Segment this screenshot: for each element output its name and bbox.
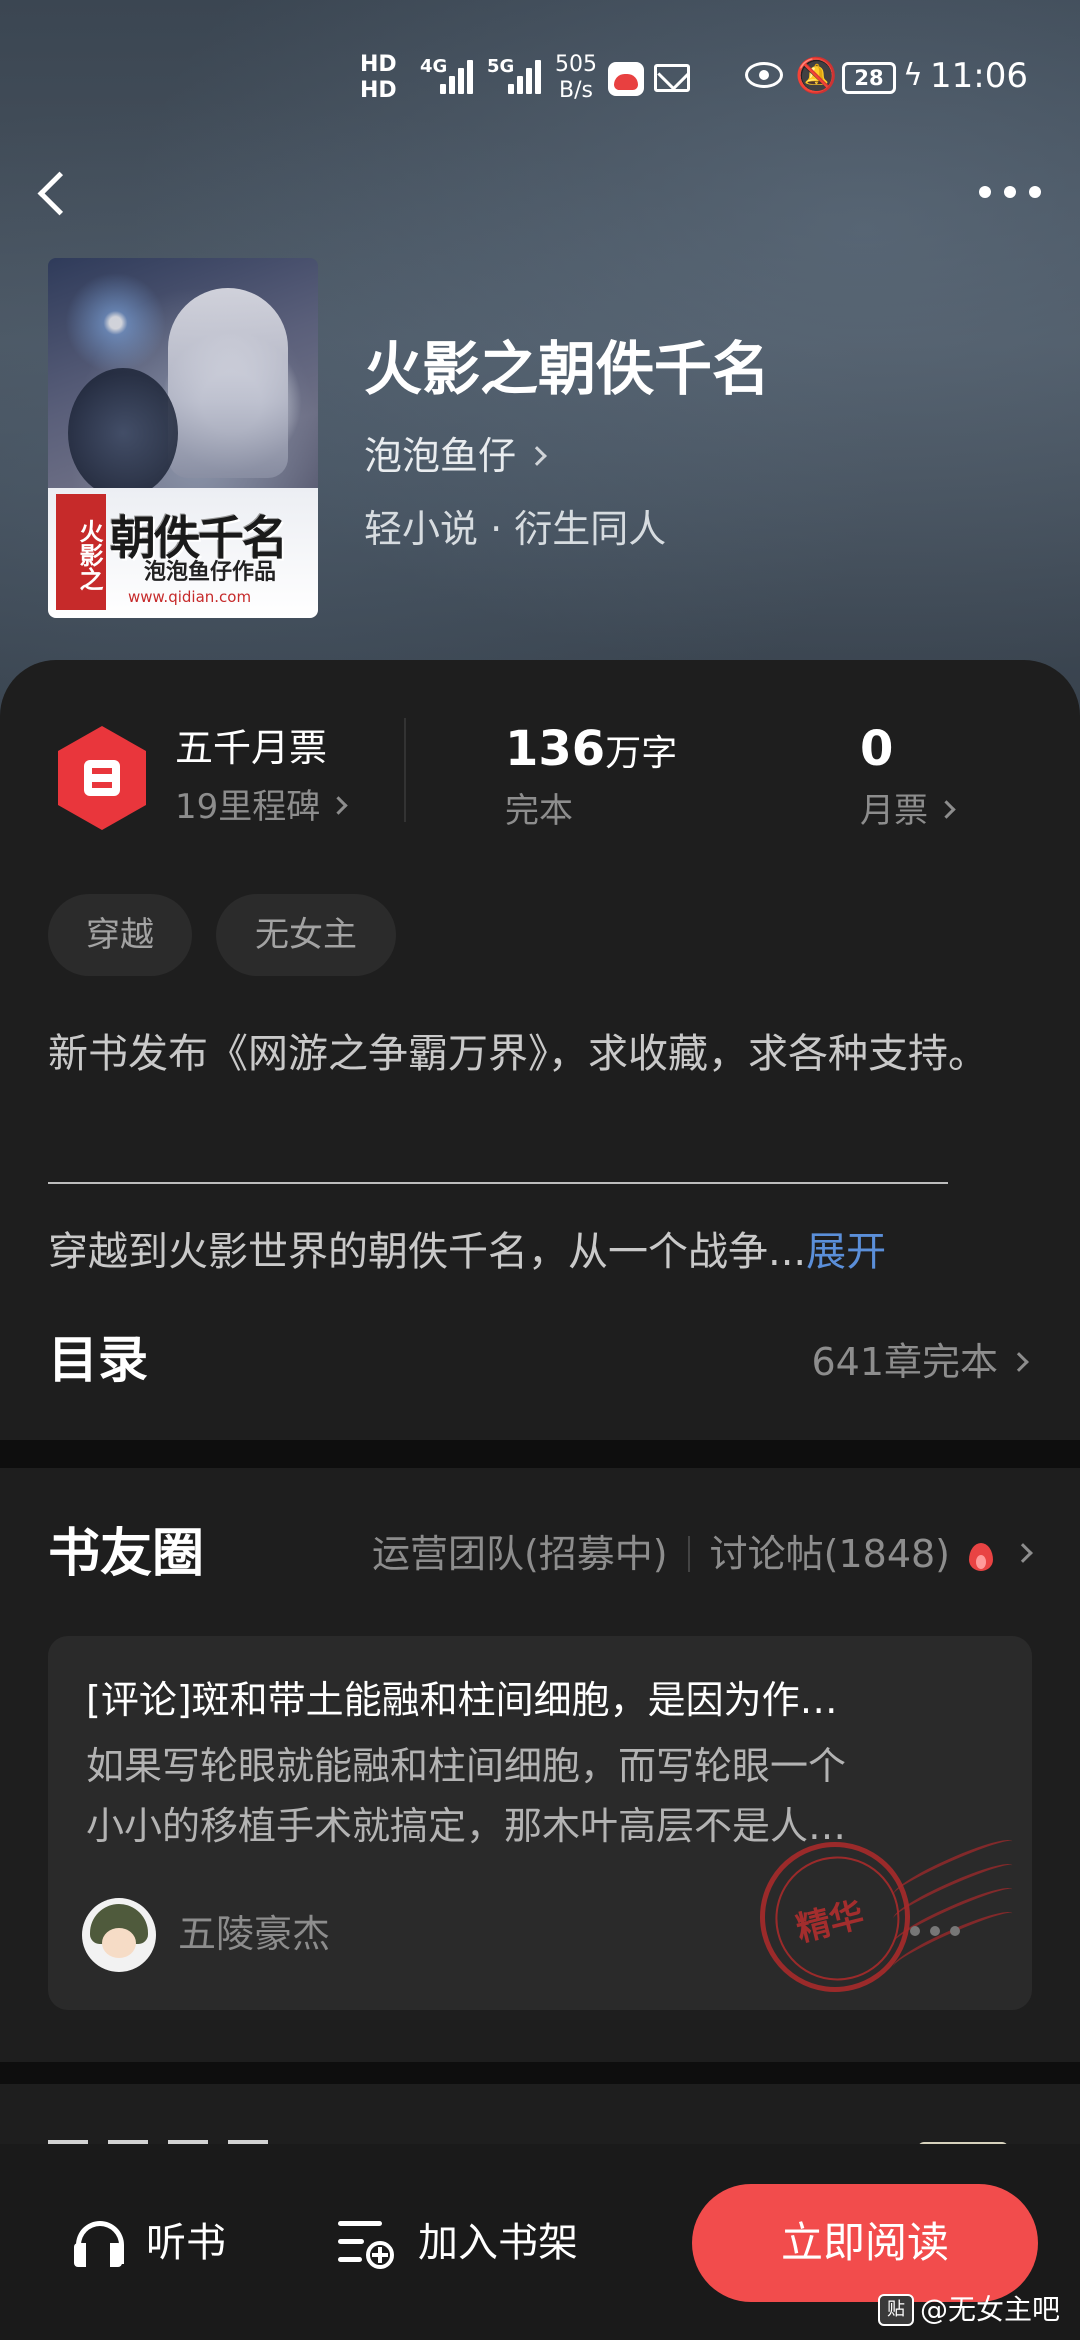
post-body: 如果写轮眼就能融和柱间细胞，而写轮眼一个 小小的移植手术就搞定，那木叶高层不是人…	[86, 1744, 847, 1848]
description-divider	[48, 1182, 948, 1184]
back-button[interactable]	[30, 162, 78, 222]
post-title: [评论]斑和带土能融和柱间细胞，是因为作…	[86, 1678, 838, 1722]
ops-team-link[interactable]: 运营团队(招募中)	[372, 1530, 668, 1578]
monthly-votes-count: 0	[860, 721, 894, 777]
section-gap	[0, 2062, 1080, 2084]
expand-link[interactable]: 展开	[806, 1229, 886, 1275]
eye-icon	[745, 62, 783, 88]
network-speed: 505 B/s	[555, 52, 597, 103]
mail-icon	[654, 64, 690, 92]
charging-icon: ϟ	[903, 58, 923, 93]
monthly-ticket-icon	[54, 724, 150, 832]
milestone-link[interactable]: 19里程碑	[175, 786, 348, 828]
cover-side-text: 火影之	[56, 494, 106, 610]
signal-icon	[508, 58, 548, 94]
ticket-title[interactable]: 五千月票	[175, 725, 327, 771]
watermark: 贴 @无女主吧	[878, 2292, 1060, 2328]
description-text: 新书发布《网游之争霸万界》，求收藏，求各种支持。	[48, 1031, 988, 1077]
add-to-shelf-button[interactable]: 加入书架	[334, 2208, 578, 2278]
divider	[687, 1536, 690, 1572]
post-more-icon[interactable]	[910, 1926, 960, 1936]
book-circle-links: 运营团队(招募中) 讨论帖(1848)	[372, 1530, 1033, 1578]
more-options-button[interactable]	[975, 170, 1045, 214]
cover-author: 泡泡鱼仔作品	[144, 560, 277, 585]
read-now-button[interactable]: 立即阅读	[692, 2184, 1038, 2302]
section-gap	[0, 1440, 1080, 1468]
listen-button[interactable]: 听书	[72, 2208, 226, 2278]
bell-muted-icon: 🔕	[795, 56, 838, 96]
post-username[interactable]: 五陵豪杰	[178, 1910, 330, 1958]
description-summary: 穿越到火影世界的朝佚千名，从一个战争...展开	[48, 1229, 887, 1275]
monthly-votes-link[interactable]: 月票	[860, 790, 956, 832]
app-notification-icon	[608, 62, 644, 96]
completion-status: 完本	[505, 791, 573, 831]
avatar[interactable]	[82, 1898, 156, 1972]
add-shelf-icon	[334, 2215, 396, 2271]
author-link[interactable]: 泡泡鱼仔	[364, 432, 547, 480]
tieba-logo-icon: 贴	[878, 2294, 914, 2326]
book-circle-title: 书友圈	[48, 1524, 205, 1584]
toc-title[interactable]: 目录	[48, 1330, 148, 1390]
book-cover[interactable]: 火影之 朝佚千名 泡泡鱼仔作品 www.qidian.com	[48, 258, 318, 618]
chevron-right-icon	[937, 800, 956, 819]
battery-icon: 28	[842, 62, 896, 94]
hd-indicator: HD HD	[360, 52, 397, 103]
cover-url: www.qidian.com	[128, 588, 252, 606]
book-genre: 轻小说 · 衍生同人	[364, 507, 667, 551]
chevron-right-icon[interactable]	[1013, 1543, 1033, 1563]
flame-icon	[966, 1535, 996, 1573]
chevron-right-icon	[329, 796, 348, 815]
stamp-lines-decoration	[888, 1832, 1028, 1976]
chevron-right-icon	[1009, 1351, 1029, 1372]
chevron-right-icon	[527, 445, 547, 466]
clock: 11:06	[930, 56, 1028, 96]
divider	[404, 718, 406, 822]
word-count: 136万字	[505, 721, 678, 777]
book-title: 火影之朝佚千名	[364, 335, 771, 403]
tag-chip[interactable]: 穿越	[48, 894, 192, 976]
tag-chip[interactable]: 无女主	[216, 894, 396, 976]
headphones-icon	[72, 2217, 124, 2269]
toc-chapter-info[interactable]: 641章完本	[811, 1338, 1029, 1386]
featured-post-card[interactable]: [评论]斑和带土能融和柱间细胞，是因为作… 如果写轮眼就能融和柱间细胞，而写轮眼…	[48, 1636, 1032, 2010]
status-bar: HD HD 4G 5G 505 B/s 🔕 28 ϟ 11:06	[0, 0, 1080, 150]
signal-icon	[440, 58, 480, 94]
discussion-link[interactable]: 讨论帖(1848)	[710, 1530, 950, 1578]
